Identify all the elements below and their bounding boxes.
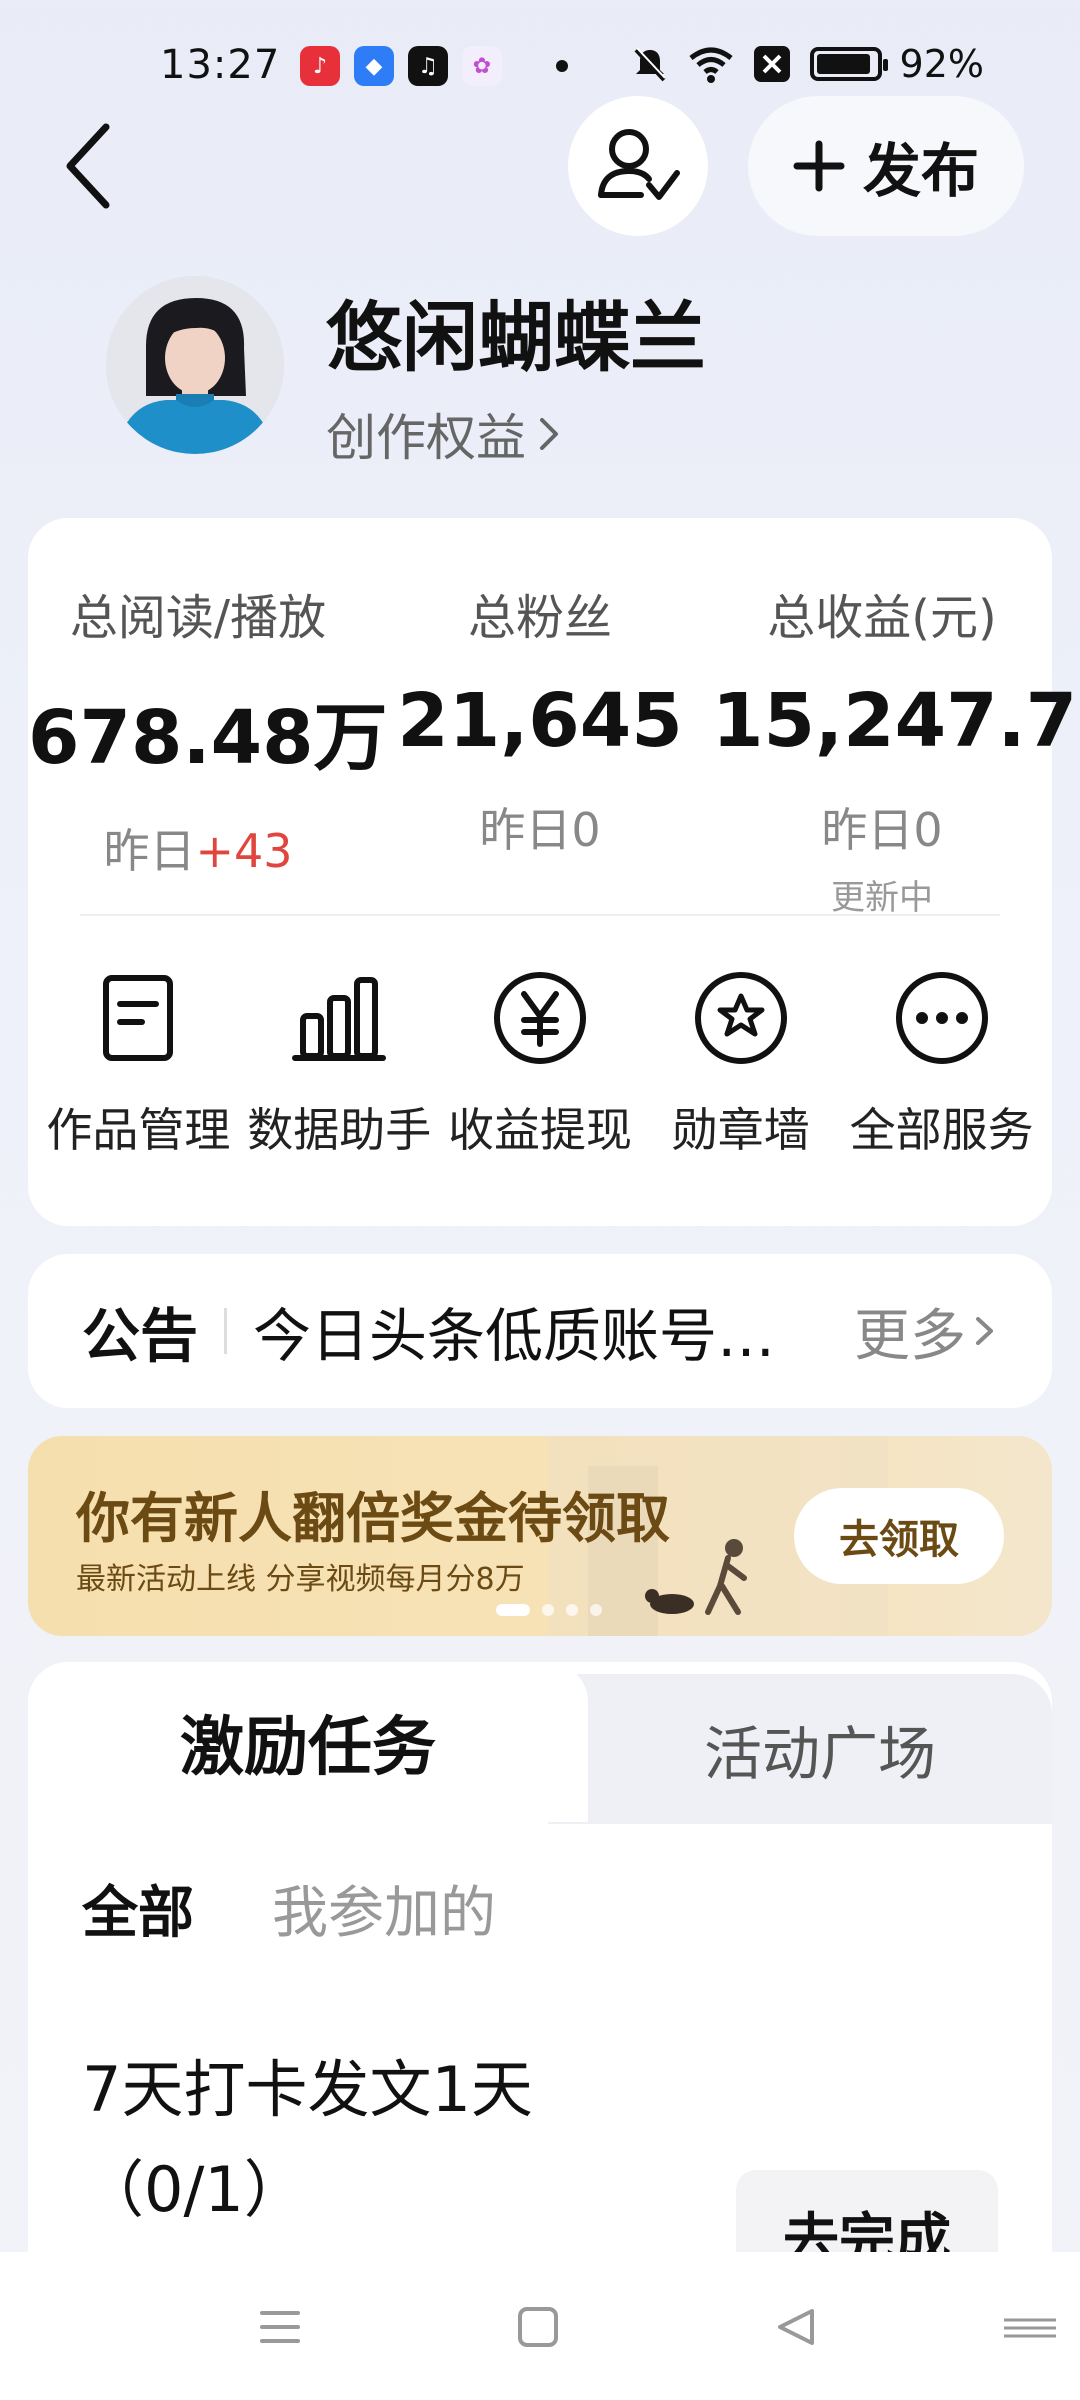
service-label: 全部服务 <box>849 1103 1034 1157</box>
browser-app-icon: ◆ <box>354 46 394 86</box>
notice-more-link[interactable]: 更多 <box>854 1291 996 1372</box>
tiktok-icon: ♫ <box>408 46 448 86</box>
medal-icon <box>694 972 787 1064</box>
service-label: 勋章墙 <box>671 1103 810 1157</box>
notice-tag: 公告 <box>82 1302 199 1370</box>
yen-icon <box>493 972 586 1064</box>
banner-subtitle: 最新活动上线 分享视频每月分8万 <box>76 1562 525 1597</box>
chevron-left-icon <box>66 123 110 209</box>
stat-label: 总阅读/播放 <box>69 590 327 646</box>
mute-icon <box>634 47 666 82</box>
stat-value: 15,247.7 <box>712 678 1078 764</box>
publish-button[interactable]: 发布 <box>748 96 1024 236</box>
creator-rights-label: 创作权益 <box>326 409 526 467</box>
promo-banner[interactable]: 你有新人翻倍奖金待领取 最新活动上线 分享视频每月分8万 去领取 <box>28 1436 1052 1636</box>
avatar[interactable] <box>106 276 284 454</box>
carousel-dot <box>542 1604 554 1616</box>
carousel-dot <box>590 1604 602 1616</box>
tab-activity-plaza[interactable]: 活动广场 <box>588 1674 1052 1824</box>
carousel-dot <box>566 1604 578 1616</box>
stat-yesterday: 昨日+43 <box>103 824 293 878</box>
service-data-assistant[interactable]: 数据助手 <box>241 968 437 1160</box>
claim-button[interactable]: 去领取 <box>794 1488 1004 1584</box>
service-medal-wall[interactable]: 勋章墙 <box>643 968 839 1160</box>
stat-total-earnings[interactable]: 总收益(元) 15,247.7 昨日0 更新中 <box>712 578 1078 919</box>
stat-total-fans[interactable]: 总粉丝 21,645 昨日0 <box>368 578 712 860</box>
stat-value: 21,645 <box>397 678 683 764</box>
notice-bar[interactable]: 公告 今日头条低质账号… 更多 <box>28 1254 1052 1408</box>
tab-incentive-tasks[interactable]: 激励任务 <box>28 1662 588 1822</box>
carousel-dot-active <box>496 1604 530 1616</box>
service-label: 收益提现 <box>447 1103 632 1157</box>
service-withdraw-earnings[interactable]: 收益提现 <box>442 968 638 1160</box>
service-works-management[interactable]: 作品管理 <box>40 968 236 1160</box>
nav-back-button[interactable] <box>756 2292 836 2362</box>
back-button[interactable] <box>52 116 122 216</box>
notice-text[interactable]: 今日头条低质账号… <box>253 1289 775 1373</box>
creator-rights-link[interactable]: 创作权益 <box>326 398 562 470</box>
stat-yesterday: 昨日0 <box>821 803 943 857</box>
stat-label: 总收益(元) <box>767 590 997 646</box>
more-notifications-dot <box>556 60 568 72</box>
notification-icons: ♪ ◆ ♫ ✿ <box>300 46 502 86</box>
system-nav-bar <box>0 2252 1080 2400</box>
carousel-indicator <box>496 1604 602 1616</box>
more-icon <box>895 972 988 1064</box>
stat-value: 678.48万 <box>28 695 388 781</box>
chevron-right-icon <box>976 1317 993 1345</box>
close-box-icon <box>753 46 790 82</box>
user-check-icon <box>598 129 680 200</box>
chevron-right-icon <box>540 418 558 450</box>
filter-joined[interactable]: 我参加的 <box>272 1868 496 1949</box>
services-row: 作品管理 数据助手 收益提现 勋章墙 全部服务 <box>28 968 1052 1160</box>
nav-recents-button[interactable] <box>240 2292 320 2362</box>
service-all-services[interactable]: 全部服务 <box>844 968 1040 1160</box>
document-icon <box>103 975 174 1061</box>
filter-all[interactable]: 全部 <box>82 1868 194 1949</box>
plus-icon <box>793 140 845 192</box>
music-app-icon: ♪ <box>300 46 340 86</box>
divider <box>80 914 1000 916</box>
stat-label: 总粉丝 <box>467 590 612 646</box>
banner-title: 你有新人翻倍奖金待领取 <box>76 1487 670 1550</box>
avatar-photo <box>106 276 284 454</box>
back-triangle-icon <box>778 2309 814 2345</box>
bar-chart-icon <box>292 977 387 1061</box>
stat-yesterday: 昨日0 <box>479 803 601 857</box>
publish-label: 发布 <box>862 137 979 205</box>
stats-card: 总阅读/播放 678.48万 昨日+43 总粉丝 21,645 昨日0 总收益(… <box>28 518 1078 1226</box>
username: 悠闲蝴蝶兰 <box>326 293 706 382</box>
battery-percent: 92% <box>899 42 984 86</box>
system-icons: 92% <box>630 42 984 86</box>
menu-icon <box>260 2311 300 2343</box>
follow-button[interactable] <box>568 96 708 236</box>
service-label: 数据助手 <box>247 1103 432 1157</box>
stat-total-reads[interactable]: 总阅读/播放 678.48万 昨日+43 <box>28 578 388 881</box>
nav-home-button[interactable] <box>498 2292 578 2362</box>
photos-app-icon: ✿ <box>462 46 502 86</box>
stat-updating-note: 更新中 <box>831 878 933 918</box>
status-time: 13:27 <box>160 42 281 88</box>
battery-icon <box>809 47 888 81</box>
home-square-icon <box>518 2307 558 2347</box>
service-label: 作品管理 <box>46 1103 231 1157</box>
notice-more-label: 更多 <box>854 1303 966 1369</box>
wifi-icon <box>688 47 733 83</box>
notice-separator <box>224 1308 228 1354</box>
handle-lines-icon <box>1004 2318 1056 2338</box>
task-item-title: 7天打卡发文1天 （0/1） <box>82 2053 533 2226</box>
